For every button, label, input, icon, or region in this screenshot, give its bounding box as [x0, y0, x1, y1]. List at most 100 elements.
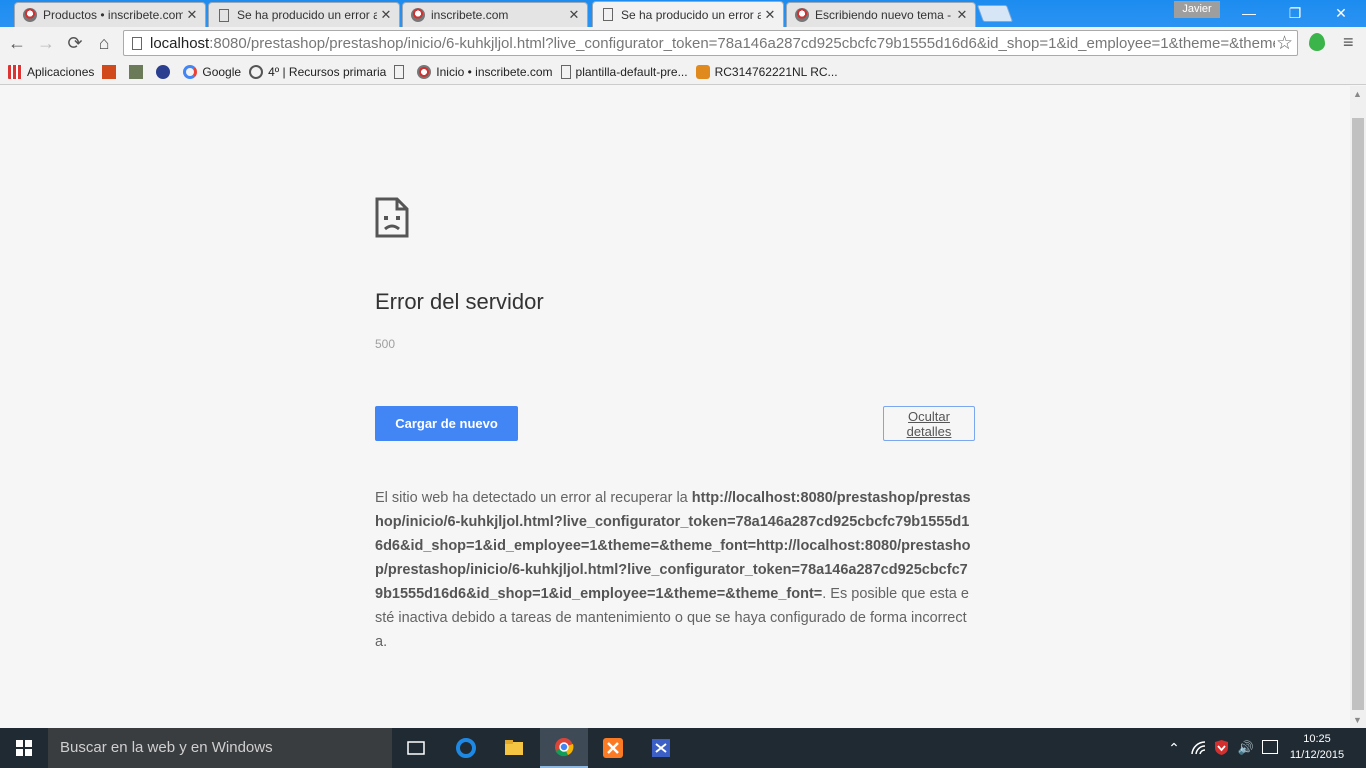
edge-icon: [456, 738, 476, 758]
tab-productos[interactable]: Productos • inscribete.com ✕: [14, 2, 206, 27]
back-button[interactable]: ←: [5, 31, 29, 55]
error-code: 500: [375, 337, 396, 351]
bookmark-label: Inicio • inscribete.com: [436, 64, 553, 79]
error-details: El sitio web ha detectado un error al re…: [375, 486, 975, 654]
bookmark-label: Google: [202, 64, 242, 79]
bookmark-1[interactable]: [102, 64, 121, 79]
bookmark-apps[interactable]: Aplicaciones: [8, 64, 95, 79]
sad-page-icon: [375, 197, 409, 238]
tab-strip: Productos • inscribete.com ✕ Se ha produ…: [0, 0, 1366, 27]
reload-button[interactable]: ⟳: [63, 31, 87, 55]
details-prefix: El sitio web ha detectado un error al re…: [375, 490, 692, 506]
antivirus-shield-icon[interactable]: [1214, 739, 1229, 756]
google-icon: [183, 64, 198, 79]
volume-icon[interactable]: 🔊: [1236, 728, 1256, 768]
bookmark-3-icon: [156, 64, 171, 79]
scroll-down-icon[interactable]: ▼: [1353, 715, 1362, 725]
extension-icon[interactable]: [1309, 33, 1325, 51]
document-icon: [219, 8, 229, 22]
vertical-scrollbar[interactable]: ▲ ▼: [1350, 86, 1366, 728]
bookmark-2[interactable]: [129, 64, 148, 79]
document-icon: [603, 8, 613, 21]
bookmark-rc[interactable]: RC314762221NL RC...: [695, 64, 838, 79]
bookmark-1-icon: [102, 64, 117, 79]
site-favicon-icon: [417, 64, 432, 79]
bookmark-label: RC314762221NL RC...: [714, 64, 838, 79]
close-tab-icon[interactable]: ✕: [377, 7, 395, 23]
hide-details-button[interactable]: Ocultar detalles: [883, 406, 975, 441]
tab-title: Se ha producido un error al: [237, 8, 377, 22]
document-icon: [560, 64, 571, 79]
bookmark-label: Aplicaciones: [27, 64, 95, 79]
task-view-button[interactable]: [392, 728, 440, 768]
bookmark-star-icon[interactable]: ☆: [1276, 32, 1293, 55]
windows-logo-icon: [16, 740, 32, 756]
page-info-icon[interactable]: [132, 37, 142, 50]
chrome-button[interactable]: [540, 728, 588, 768]
chrome-menu-icon[interactable]: ≡: [1343, 32, 1354, 53]
bookmarks-bar: Aplicaciones Google 4º | Recursos primar…: [0, 59, 1366, 85]
task-view-icon: [407, 741, 425, 755]
start-button[interactable]: [0, 728, 48, 768]
taskbar-search[interactable]: Buscar en la web y en Windows: [48, 728, 392, 768]
bookmark-label: 4º | Recursos primaria: [268, 64, 387, 79]
url-host: localhost: [150, 35, 210, 52]
url-path: :8080/prestashop/prestashop/inicio/6-kuh…: [209, 35, 1275, 52]
close-tab-icon[interactable]: ✕: [953, 7, 971, 23]
close-tab-icon[interactable]: ✕: [565, 7, 583, 23]
tab-title: Productos • inscribete.com: [43, 8, 183, 22]
site-favicon-icon: [795, 8, 809, 22]
address-bar[interactable]: localhost:8080/prestashop/prestashop/ini…: [123, 30, 1298, 56]
bookmark-recursos[interactable]: 4º | Recursos primaria: [249, 64, 387, 79]
close-tab-icon[interactable]: ✕: [761, 7, 779, 23]
system-clock[interactable]: 10:25 11/12/2015: [1284, 731, 1350, 763]
postal-icon: [695, 64, 710, 79]
restore-button[interactable]: ❐: [1272, 0, 1318, 27]
clock-date: 11/12/2015: [1289, 749, 1345, 761]
home-button[interactable]: ⌂: [92, 31, 116, 55]
document-icon: [394, 64, 405, 79]
tab-title: inscribete.com: [431, 8, 509, 22]
browser-toolbar: ← → ⟳ ⌂ localhost:8080/prestashop/presta…: [0, 27, 1366, 59]
xampp-button[interactable]: [589, 728, 637, 768]
scroll-up-icon[interactable]: ▲: [1353, 89, 1362, 99]
bookmark-plantilla[interactable]: plantilla-default-pre...: [560, 64, 688, 79]
chrome-icon: [555, 738, 574, 757]
xampp-icon: [603, 738, 623, 758]
edge-button[interactable]: [442, 728, 490, 768]
forward-button[interactable]: →: [34, 31, 58, 55]
page-content: Error del servidor 500 Cargar de nuevo O…: [0, 86, 1350, 728]
bookmark-google[interactable]: Google: [183, 64, 242, 79]
file-explorer-button[interactable]: [490, 728, 538, 768]
tab-inscribete[interactable]: inscribete.com ✕: [402, 2, 588, 27]
close-window-button[interactable]: ✕: [1318, 0, 1364, 27]
clock-time: 10:25: [1303, 733, 1331, 745]
scrollbar-thumb[interactable]: [1352, 118, 1364, 710]
bookmark-3[interactable]: [156, 64, 175, 79]
tab-error-active[interactable]: Se ha producido un error al ✕: [592, 1, 784, 27]
site-favicon-icon: [23, 8, 37, 22]
tab-escribiendo[interactable]: Escribiendo nuevo tema - ✕: [786, 2, 976, 27]
app-button[interactable]: [637, 728, 685, 768]
bookmark-2-icon: [129, 64, 144, 79]
tab-error-1[interactable]: Se ha producido un error al ✕: [208, 2, 400, 27]
wordpress-icon: [249, 64, 264, 79]
app-icon: [652, 739, 670, 757]
bookmark-inicio[interactable]: Inicio • inscribete.com: [417, 64, 553, 79]
new-tab-button[interactable]: [976, 5, 1014, 22]
bookmark-label: plantilla-default-pre...: [575, 64, 688, 79]
minimize-button[interactable]: —: [1226, 0, 1272, 27]
tray-overflow-icon[interactable]: ⌃: [1164, 728, 1184, 768]
reload-page-button[interactable]: Cargar de nuevo: [375, 406, 518, 441]
error-title: Error del servidor: [375, 289, 544, 314]
apps-icon: [8, 64, 22, 79]
close-tab-icon[interactable]: ✕: [183, 7, 201, 23]
action-center-icon[interactable]: [1262, 740, 1278, 754]
site-favicon-icon: [411, 8, 425, 22]
file-explorer-icon: [505, 740, 523, 755]
profile-button[interactable]: Javier: [1174, 1, 1220, 18]
bookmark-doc[interactable]: [394, 64, 409, 79]
tab-title: Escribiendo nuevo tema -: [815, 8, 952, 22]
url-text[interactable]: localhost:8080/prestashop/prestashop/ini…: [150, 35, 1275, 52]
wifi-icon[interactable]: [1191, 741, 1207, 755]
